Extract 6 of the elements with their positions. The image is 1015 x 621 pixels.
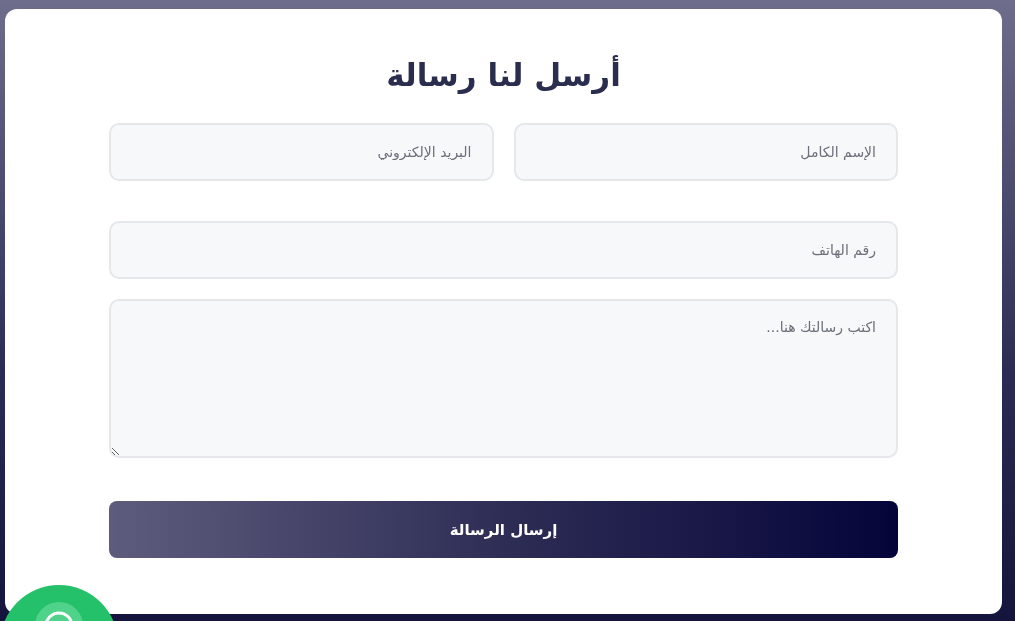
- input-field[interactable]: الإسم الكامل: [513, 123, 898, 181]
- message-field[interactable]: اكتب رسالتك هنا...: [109, 299, 898, 458]
- input-field[interactable]: رقم الهاتف: [109, 221, 898, 279]
- submit-button[interactable]: إرسال الرسالة: [109, 501, 898, 558]
- form-title: أرسل لنا رسالة: [386, 57, 621, 93]
- input-field[interactable]: البريد الإلكتروني: [109, 123, 494, 181]
